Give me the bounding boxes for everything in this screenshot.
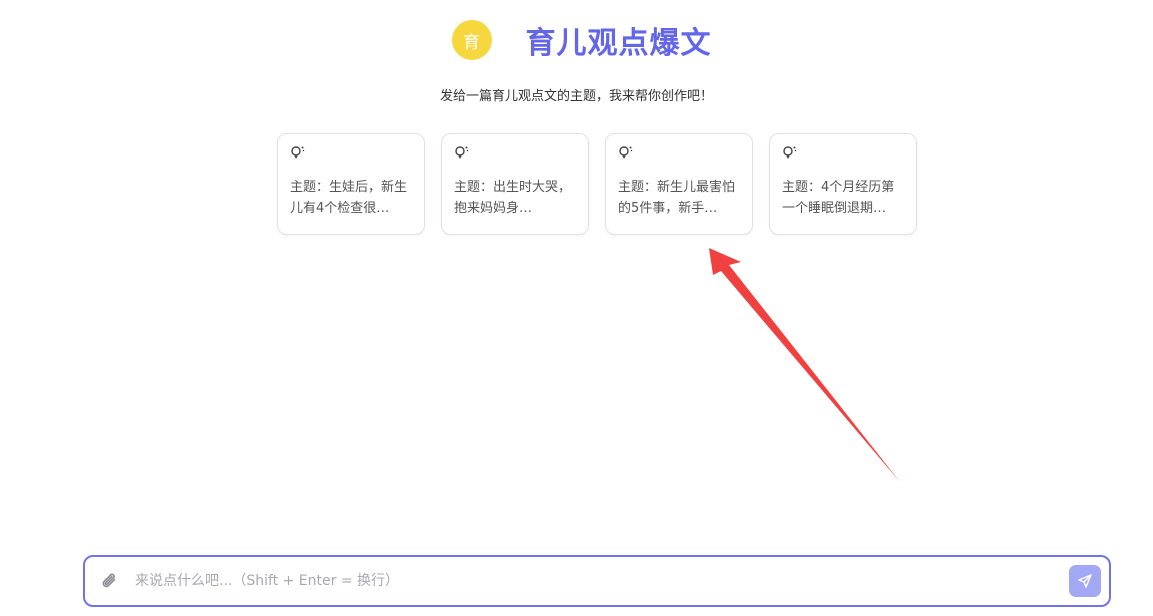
app-title: 育儿观点爆文 <box>525 26 712 61</box>
lightbulb-icon <box>783 146 797 159</box>
suggestion-text: 主题：出生时大哭，抱来妈妈身… <box>454 180 572 216</box>
chat-input[interactable] <box>133 572 1069 590</box>
lightbulb-icon <box>455 146 469 159</box>
suggestion-card[interactable]: 主题：新生儿最害怕的5件事，新手… <box>605 133 753 235</box>
send-button[interactable] <box>1069 565 1101 597</box>
suggestion-card[interactable]: 主题：4个月经历第一个睡眠倒退期… <box>769 133 917 235</box>
app-header: 育 育儿观点爆文 <box>0 18 1153 62</box>
app-avatar: 育 <box>451 20 492 60</box>
suggestion-text: 主题：4个月经历第一个睡眠倒退期… <box>782 180 895 216</box>
suggestion-text: 主题：生娃后，新生儿有4个检查很… <box>290 180 408 216</box>
header-inner: 育 育儿观点爆文 <box>451 18 712 62</box>
paperclip-icon[interactable] <box>99 570 121 592</box>
chat-input-bar <box>83 555 1111 607</box>
app-subtitle: 发给一篇育儿观点文的主题，我来帮你创作吧！ <box>439 89 713 104</box>
send-icon <box>1078 574 1092 588</box>
chat-page: 育 育儿观点爆文 发给一篇育儿观点文的主题，我来帮你创作吧！ 主题：生娃后，新生… <box>0 0 1153 616</box>
lightbulb-icon <box>291 146 305 159</box>
suggestion-cards: 主题：生娃后，新生儿有4个检查很… 主题：出生时大哭，抱来妈妈身… 主题：新生儿… <box>277 133 917 235</box>
lightbulb-icon <box>619 146 633 159</box>
suggestion-card[interactable]: 主题：生娃后，新生儿有4个检查很… <box>277 133 425 235</box>
annotation-arrow-shape <box>709 248 900 482</box>
suggestion-text: 主题：新生儿最害怕的5件事，新手… <box>618 180 736 216</box>
suggestion-card[interactable]: 主题：出生时大哭，抱来妈妈身… <box>441 133 589 235</box>
